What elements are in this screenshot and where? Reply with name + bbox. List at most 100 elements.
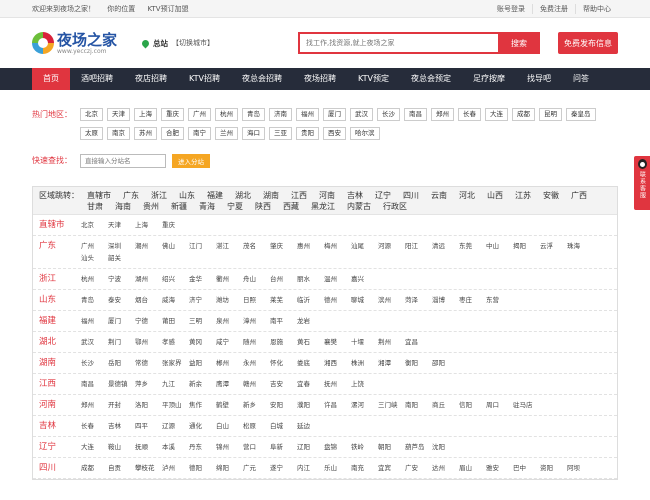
city-link[interactable]: 福州 <box>81 315 108 327</box>
city-link[interactable]: 萍乡 <box>135 378 162 390</box>
city-link[interactable]: 营口 <box>243 441 270 453</box>
province-jump-link[interactable]: 安徽 <box>537 190 565 201</box>
city-link[interactable]: 台州 <box>270 273 297 285</box>
login-link[interactable]: 账号登录 <box>490 4 532 14</box>
city-link[interactable]: 莆田 <box>162 315 189 327</box>
province-jump-link[interactable]: 甘肃 <box>81 201 109 212</box>
city-link[interactable]: 梅州 <box>324 240 351 252</box>
province-jump-link[interactable]: 山东 <box>173 190 201 201</box>
city-link[interactable]: 韶关 <box>108 252 135 264</box>
location-link[interactable]: KTV预订加盟 <box>147 5 188 13</box>
hot-city-tag[interactable]: 郑州 <box>431 108 454 121</box>
city-link[interactable]: 郑州 <box>81 399 108 411</box>
city-link[interactable]: 洛阳 <box>135 399 162 411</box>
site-logo[interactable]: 夜场之家 www.yecczj.com <box>32 32 142 55</box>
city-link[interactable]: 内江 <box>297 462 324 474</box>
city-link[interactable]: 湖州 <box>135 273 162 285</box>
city-link[interactable]: 荆州 <box>378 336 405 348</box>
customer-service-float[interactable]: 联系客服 <box>634 156 650 210</box>
city-link[interactable]: 遂宁 <box>270 462 297 474</box>
city-link[interactable]: 绵阳 <box>216 462 243 474</box>
province-jump-link[interactable]: 贵州 <box>137 201 165 212</box>
city-link[interactable]: 盘锦 <box>324 441 351 453</box>
city-link[interactable]: 威海 <box>162 294 189 306</box>
province-jump-link[interactable]: 黑龙江 <box>305 201 341 212</box>
city-link[interactable]: 驻马店 <box>513 399 540 411</box>
nav-nightlife-jobs[interactable]: 夜场招聘 <box>293 68 347 90</box>
city-link[interactable]: 岳阳 <box>108 357 135 369</box>
province-jump-link[interactable]: 江苏 <box>509 190 537 201</box>
province-jump-link[interactable]: 西藏 <box>277 201 305 212</box>
hot-city-tag[interactable]: 贵阳 <box>296 127 319 140</box>
city-link[interactable]: 松原 <box>243 420 270 432</box>
city-link[interactable]: 绍兴 <box>162 273 189 285</box>
city-link[interactable]: 资阳 <box>540 462 567 474</box>
city-link[interactable]: 宁波 <box>108 273 135 285</box>
city-link[interactable]: 揭阳 <box>513 240 540 252</box>
city-link[interactable]: 商丘 <box>432 399 459 411</box>
city-link[interactable]: 莱芜 <box>270 294 297 306</box>
city-link[interactable]: 丹东 <box>189 441 216 453</box>
hot-city-tag[interactable]: 南宁 <box>188 127 211 140</box>
city-link[interactable]: 四平 <box>135 420 162 432</box>
city-link[interactable]: 武汉 <box>81 336 108 348</box>
city-link[interactable]: 乐山 <box>324 462 351 474</box>
hot-city-tag[interactable]: 长沙 <box>377 108 400 121</box>
hot-city-tag[interactable]: 北京 <box>80 108 103 121</box>
hot-city-tag[interactable]: 天津 <box>107 108 130 121</box>
city-link[interactable]: 吉林 <box>108 420 135 432</box>
city-link[interactable]: 新余 <box>189 378 216 390</box>
help-link[interactable]: 帮助中心 <box>575 3 618 14</box>
city-link[interactable]: 张家界 <box>162 357 189 369</box>
city-link[interactable]: 益阳 <box>189 357 216 369</box>
city-link[interactable]: 阿坝 <box>567 462 594 474</box>
city-link[interactable]: 通化 <box>189 420 216 432</box>
city-link[interactable]: 郴州 <box>216 357 243 369</box>
province-jump-link[interactable]: 山西 <box>481 190 509 201</box>
city-link[interactable]: 长沙 <box>81 357 108 369</box>
city-link[interactable]: 德阳 <box>189 462 216 474</box>
city-link[interactable]: 深圳 <box>108 240 135 252</box>
hot-city-tag[interactable]: 重庆 <box>161 108 184 121</box>
hot-city-tag[interactable]: 太原 <box>80 127 103 140</box>
city-link[interactable]: 焦作 <box>189 399 216 411</box>
city-link[interactable]: 辽源 <box>162 420 189 432</box>
province-name[interactable]: 广东 <box>39 240 81 264</box>
city-link[interactable]: 许昌 <box>324 399 351 411</box>
city-link[interactable]: 延边 <box>297 420 324 432</box>
city-link[interactable]: 龙岩 <box>297 315 324 327</box>
nav-find-bar[interactable]: 找导吧 <box>516 68 562 90</box>
city-link[interactable]: 鹰潭 <box>216 378 243 390</box>
province-name[interactable]: 江西 <box>39 378 81 390</box>
city-link[interactable]: 眉山 <box>459 462 486 474</box>
hot-city-tag[interactable]: 南昌 <box>404 108 427 121</box>
city-link[interactable]: 鞍山 <box>108 441 135 453</box>
city-link[interactable]: 攀枝花 <box>135 462 162 474</box>
city-link[interactable]: 邵阳 <box>432 357 459 369</box>
province-jump-link[interactable]: 吉林 <box>341 190 369 201</box>
city-link[interactable]: 泰安 <box>108 294 135 306</box>
city-link[interactable]: 杭州 <box>81 273 108 285</box>
city-link[interactable]: 景德镇 <box>108 378 135 390</box>
nav-home[interactable]: 首页 <box>32 68 70 90</box>
city-link[interactable]: 临沂 <box>297 294 324 306</box>
city-link[interactable]: 南阳 <box>405 399 432 411</box>
city-link[interactable]: 衡阳 <box>405 357 432 369</box>
hot-city-tag[interactable]: 长春 <box>458 108 481 121</box>
city-link[interactable]: 广州 <box>81 240 108 252</box>
hot-city-tag[interactable]: 武汉 <box>350 108 373 121</box>
province-jump-link[interactable]: 宁夏 <box>221 201 249 212</box>
city-link[interactable]: 广元 <box>243 462 270 474</box>
station-search-input[interactable] <box>80 154 166 168</box>
city-link[interactable]: 自贡 <box>108 462 135 474</box>
province-name[interactable]: 湖北 <box>39 336 81 348</box>
city-link[interactable]: 厦门 <box>108 315 135 327</box>
province-jump-link[interactable]: 海南 <box>109 201 137 212</box>
hot-city-tag[interactable]: 福州 <box>296 108 319 121</box>
city-link[interactable]: 安阳 <box>270 399 297 411</box>
city-link[interactable]: 泸州 <box>162 462 189 474</box>
province-jump-link[interactable]: 云南 <box>425 190 453 201</box>
city-link[interactable]: 巴中 <box>513 462 540 474</box>
hot-city-tag[interactable]: 兰州 <box>215 127 238 140</box>
hot-city-tag[interactable]: 广州 <box>188 108 211 121</box>
